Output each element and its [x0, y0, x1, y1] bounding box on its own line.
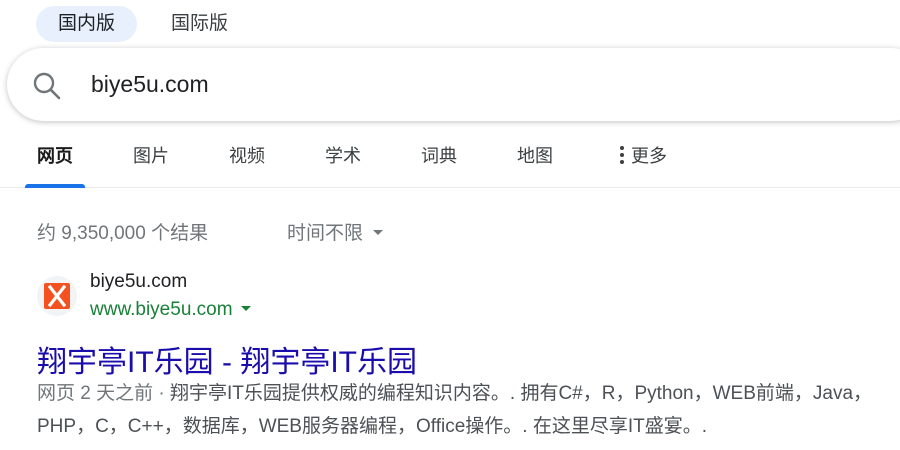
tab-web-label: 网页 [37, 146, 73, 166]
result-snippet: 网页 2 天之前 · 翔宇亭IT乐园提供权威的编程知识内容。. 拥有C#，R，P… [37, 377, 897, 443]
tab-academic-label: 学术 [325, 146, 361, 166]
search-input[interactable] [91, 66, 871, 102]
tab-web[interactable]: 网页 [37, 122, 73, 188]
region-international-button[interactable]: 国际版 [149, 6, 250, 42]
tab-bar: 网页 图片 视频 学术 词典 地图 更多 [0, 122, 900, 188]
search-results-page: 国内版 国际版 网页 图片 视频 学术 词典 地图 [0, 0, 900, 450]
region-domestic-button[interactable]: 国内版 [36, 6, 138, 42]
tab-images-label: 图片 [133, 146, 169, 166]
time-filter-dropdown[interactable]: 时间不限 [287, 218, 384, 245]
tab-videos-label: 视频 [229, 146, 265, 166]
more-vertical-icon [620, 146, 624, 164]
tab-dictionary-label: 词典 [421, 146, 457, 166]
result-snippet-meta: 网页 2 天之前 · [37, 383, 171, 404]
tab-images[interactable]: 图片 [133, 122, 169, 188]
tab-more-label: 更多 [631, 146, 667, 166]
search-box[interactable] [7, 48, 900, 121]
result-count: 约 9,350,000 个结果 [37, 223, 209, 244]
result-site-name: biye5u.com [90, 271, 188, 292]
search-icon[interactable] [31, 70, 63, 102]
chevron-down-icon [373, 230, 384, 235]
tab-maps-label: 地图 [517, 146, 553, 166]
tab-maps[interactable]: 地图 [517, 122, 553, 188]
tab-more[interactable]: 更多 [619, 122, 667, 188]
region-toggle: 国内版 国际版 [36, 6, 250, 42]
site-logo-icon [44, 283, 70, 309]
result-url-text: www.biye5u.com [90, 299, 233, 320]
result-title-link[interactable]: 翔宇亭IT乐园 - 翔宇亭IT乐园 [37, 337, 417, 381]
tab-academic[interactable]: 学术 [325, 122, 361, 188]
tab-videos[interactable]: 视频 [229, 122, 265, 188]
time-filter-label: 时间不限 [287, 223, 364, 244]
chevron-down-icon[interactable] [240, 306, 251, 311]
site-favicon[interactable] [37, 276, 77, 316]
result-url[interactable]: www.biye5u.com [90, 299, 251, 321]
active-tab-indicator [25, 184, 85, 188]
tab-dictionary[interactable]: 词典 [421, 122, 457, 188]
